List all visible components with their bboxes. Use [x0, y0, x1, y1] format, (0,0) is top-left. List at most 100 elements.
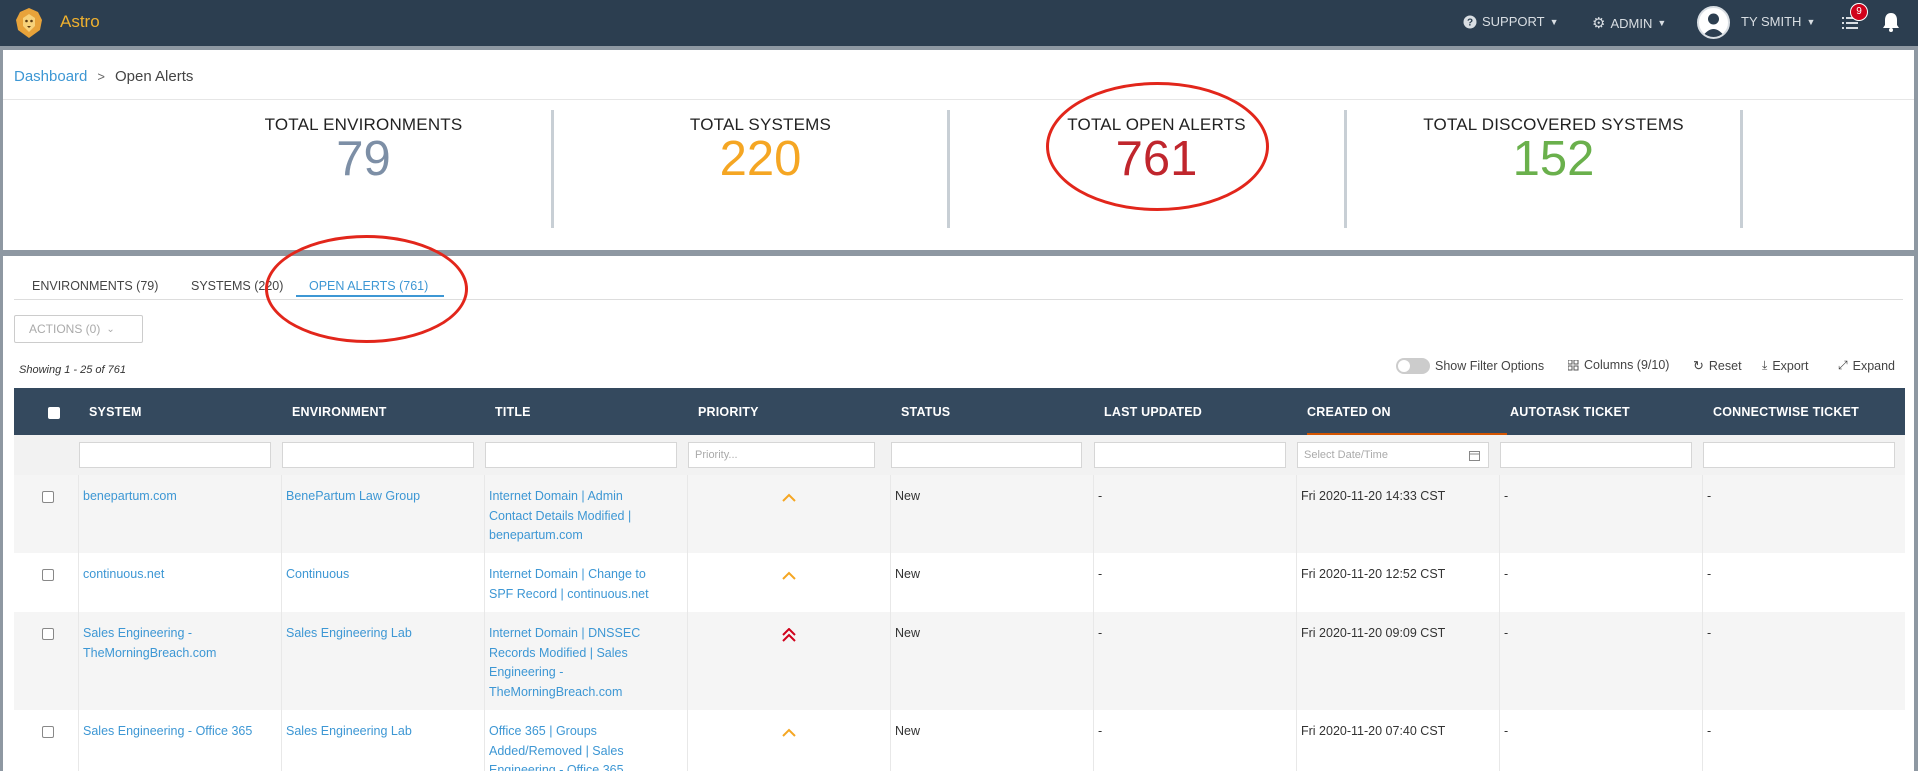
- created-on-text: Fri 2020-11-20 09:09 CST: [1301, 626, 1446, 640]
- support-menu[interactable]: ? SUPPORT ▼: [1463, 14, 1559, 29]
- system-link[interactable]: Sales Engineering - TheMorningBreach.com: [83, 624, 273, 663]
- toggle-switch[interactable]: [1396, 358, 1430, 374]
- environment-filter-input[interactable]: [282, 442, 474, 468]
- last-updated-filter-input[interactable]: [1094, 442, 1286, 468]
- table-row[interactable]: Sales Engineering - TheMorningBreach.com…: [14, 612, 1905, 710]
- calendar-icon[interactable]: [1469, 450, 1480, 461]
- environment-link[interactable]: Sales Engineering Lab: [286, 722, 476, 742]
- row-checkbox[interactable]: [42, 569, 54, 581]
- column-header-created-on[interactable]: CREATED ON: [1307, 405, 1391, 419]
- actions-label: ACTIONS (0): [29, 322, 101, 336]
- main-panel: ENVIRONMENTS (79) SYSTEMS (220) OPEN ALE…: [3, 256, 1914, 771]
- environment-link[interactable]: Continuous: [286, 565, 476, 585]
- column-header-last-updated[interactable]: LAST UPDATED: [1104, 405, 1202, 419]
- column-header-system[interactable]: SYSTEM: [89, 405, 142, 419]
- top-navbar: Astro ? SUPPORT ▼ ⚙ ADMIN ▼ TY SMITH ▼ 9: [0, 0, 1918, 46]
- export-button[interactable]: ⤓ Export: [1762, 358, 1808, 373]
- annotation-circle-open-alerts-tab: [265, 235, 468, 343]
- column-header-status[interactable]: STATUS: [901, 405, 950, 419]
- priority-filter-select[interactable]: Priority...: [688, 442, 875, 468]
- grid-icon: [1568, 359, 1579, 370]
- column-header-priority[interactable]: PRIORITY: [698, 405, 759, 419]
- svg-text:?: ?: [1467, 17, 1473, 28]
- table-filter-row: Priority... Select Date/Time: [14, 435, 1905, 475]
- stat-total-environments[interactable]: TOTAL ENVIRONMENTS 79: [165, 115, 562, 185]
- lion-logo-icon[interactable]: [14, 7, 44, 39]
- filter-toggle[interactable]: Show Filter Options: [1396, 358, 1544, 374]
- notification-count-badge[interactable]: 9: [1850, 3, 1868, 21]
- stat-value: 152: [1512, 132, 1595, 186]
- breadcrumb: Dashboard > Open Alerts: [14, 68, 193, 85]
- row-checkbox[interactable]: [42, 491, 54, 503]
- status-text: New: [895, 567, 921, 581]
- stat-total-discovered-systems[interactable]: TOTAL DISCOVERED SYSTEMS 152: [1355, 115, 1752, 185]
- column-header-environment[interactable]: ENVIRONMENT: [292, 405, 387, 419]
- title-link[interactable]: Internet Domain | Admin Contact Details …: [489, 487, 659, 546]
- chevron-down-icon: ▼: [1806, 16, 1816, 27]
- user-menu[interactable]: TY SMITH ▼: [1741, 14, 1815, 29]
- export-label: Export: [1772, 358, 1809, 373]
- title-filter-input[interactable]: [485, 442, 677, 468]
- title-link[interactable]: Internet Domain | Change to SPF Record |…: [489, 565, 659, 604]
- stat-divider: [1344, 110, 1347, 228]
- tab-environments[interactable]: ENVIRONMENTS (79): [32, 279, 158, 293]
- chevron-down-icon: ▼: [1657, 18, 1667, 28]
- table-row[interactable]: Sales Engineering - Office 365 Sales Eng…: [14, 710, 1905, 771]
- row-checkbox[interactable]: [42, 628, 54, 640]
- column-divider: [1702, 475, 1703, 771]
- user-avatar[interactable]: [1697, 6, 1730, 39]
- last-updated-text: -: [1098, 489, 1103, 503]
- column-header-title[interactable]: TITLE: [495, 405, 531, 419]
- support-label: SUPPORT: [1482, 14, 1545, 29]
- autotask-filter-input[interactable]: [1500, 442, 1692, 468]
- admin-menu[interactable]: ⚙ ADMIN ▼: [1592, 14, 1666, 32]
- connectwise-ticket-text: -: [1707, 724, 1712, 738]
- system-link[interactable]: benepartum.com: [83, 487, 273, 507]
- environment-link[interactable]: BenePartum Law Group: [286, 487, 476, 507]
- stat-divider: [551, 110, 554, 228]
- system-link[interactable]: continuous.net: [83, 565, 273, 585]
- expand-button[interactable]: ⤢ Expand: [1838, 358, 1895, 373]
- created-on-text: Fri 2020-11-20 07:40 CST: [1301, 724, 1446, 738]
- stat-divider: [947, 110, 950, 228]
- actions-dropdown-button[interactable]: ACTIONS (0) ⌄: [14, 315, 143, 343]
- connectwise-ticket-text: -: [1707, 567, 1712, 581]
- autotask-ticket-text: -: [1504, 489, 1509, 503]
- table-row[interactable]: continuous.net Continuous Internet Domai…: [14, 553, 1905, 612]
- column-divider: [1499, 475, 1500, 771]
- priority-medium-icon: [782, 728, 796, 737]
- row-checkbox[interactable]: [42, 726, 54, 738]
- expand-label: Expand: [1852, 358, 1896, 373]
- priority-medium-icon: [782, 493, 796, 502]
- refresh-icon: ↻: [1693, 358, 1704, 373]
- stat-value: 220: [719, 132, 802, 186]
- select-all-checkbox[interactable]: [48, 407, 60, 419]
- title-link[interactable]: Internet Domain | DNSSEC Records Modifie…: [489, 624, 659, 702]
- columns-button[interactable]: Columns (9/10): [1568, 358, 1669, 372]
- connectwise-ticket-text: -: [1707, 489, 1712, 503]
- environment-link[interactable]: Sales Engineering Lab: [286, 624, 476, 644]
- stat-total-systems[interactable]: TOTAL SYSTEMS 220: [562, 115, 959, 185]
- column-header-autotask-ticket[interactable]: AUTOTASK TICKET: [1510, 405, 1630, 419]
- reset-button[interactable]: ↻ Reset: [1693, 358, 1742, 374]
- status-filter-input[interactable]: [891, 442, 1082, 468]
- user-avatar-icon: [1702, 13, 1725, 37]
- column-header-connectwise-ticket[interactable]: CONNECTWISE TICKET: [1713, 405, 1859, 419]
- annotation-circle-open-alerts-stat: [1046, 82, 1269, 211]
- created-on-filter-input[interactable]: Select Date/Time: [1297, 442, 1489, 468]
- system-filter-input[interactable]: [79, 442, 271, 468]
- pagination-summary: Showing 1 - 25 of 761: [19, 364, 127, 376]
- app-brand[interactable]: Astro: [60, 12, 100, 32]
- table-row[interactable]: benepartum.com BenePartum Law Group Inte…: [14, 475, 1905, 553]
- system-link[interactable]: Sales Engineering - Office 365: [83, 722, 273, 742]
- help-circle-icon: ?: [1463, 15, 1477, 28]
- reset-label: Reset: [1708, 359, 1742, 373]
- stat-divider: [1740, 110, 1743, 228]
- bell-icon[interactable]: [1882, 12, 1900, 32]
- breadcrumb-dashboard-link[interactable]: Dashboard: [14, 68, 87, 85]
- status-text: New: [895, 724, 921, 738]
- stat-value: 79: [336, 132, 391, 186]
- title-link[interactable]: Office 365 | Groups Added/Removed | Sale…: [489, 722, 659, 771]
- breadcrumb-current: Open Alerts: [114, 68, 194, 85]
- connectwise-filter-input[interactable]: [1703, 442, 1895, 468]
